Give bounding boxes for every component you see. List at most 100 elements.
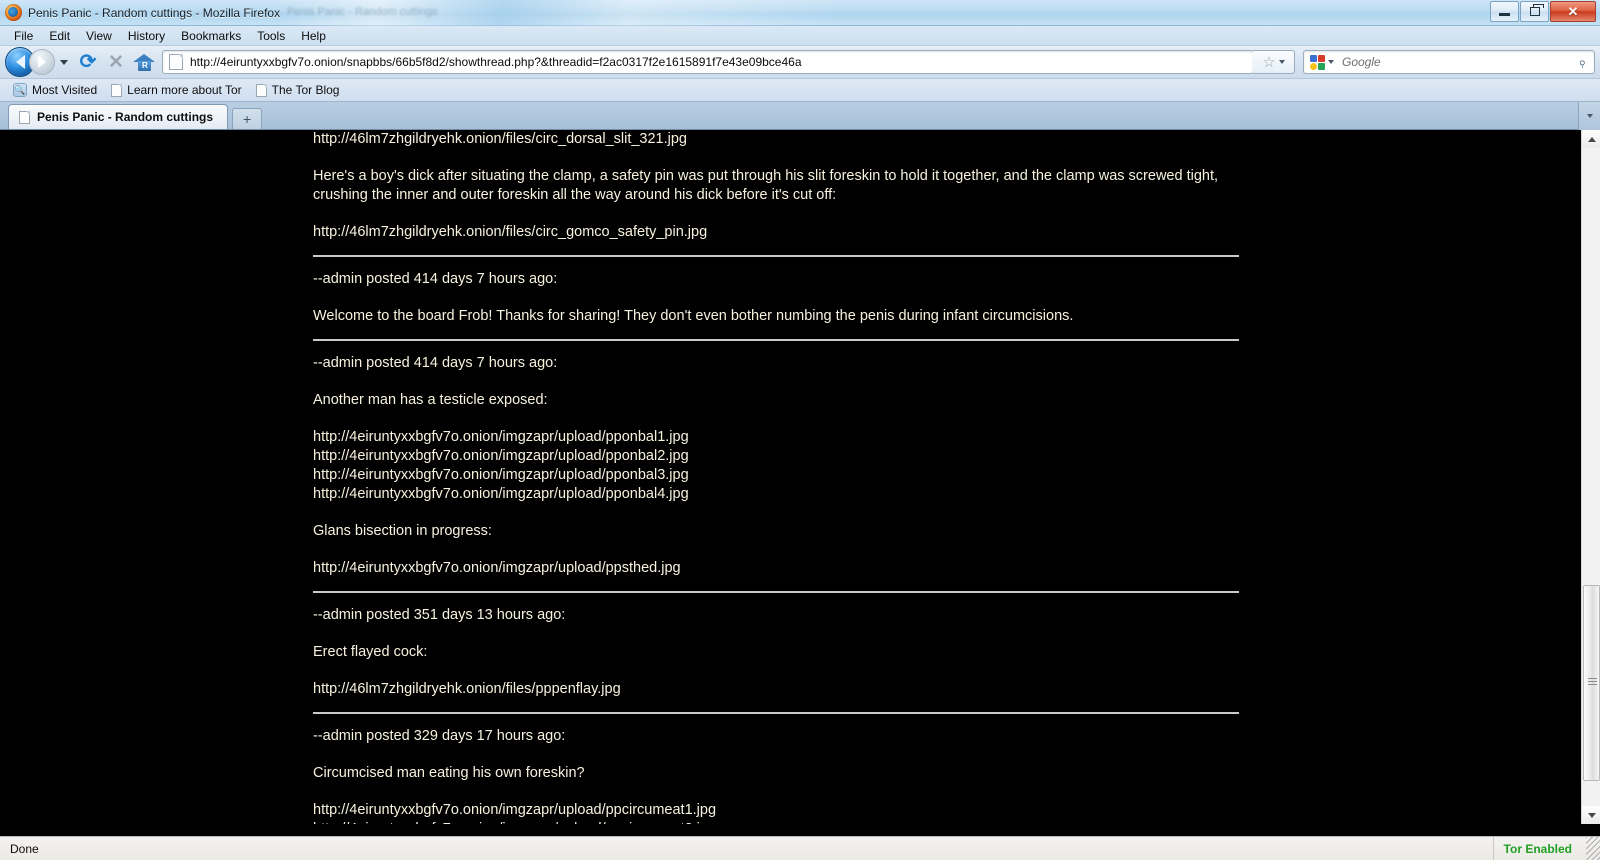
- browser-window: Penis Panic - Random cuttings - Mozilla …: [0, 0, 1600, 860]
- new-tab-button[interactable]: +: [232, 108, 263, 129]
- post-text: Glans bisection in progress:: [313, 523, 492, 539]
- post-block: --admin posted 414 days 7 hours ago: Anot…: [313, 354, 1239, 578]
- menu-history-label: History: [127, 28, 166, 43]
- post-text: --admin posted 414 days 7 hours ago:: [313, 355, 558, 371]
- scroll-up-button[interactable]: [1582, 130, 1600, 148]
- scrollbar-thumb[interactable]: [1583, 585, 1600, 781]
- post-link[interactable]: http://4eiruntyxxbgfv7o.onion/imgzapr/up…: [313, 485, 1239, 504]
- menu-view[interactable]: View: [78, 28, 120, 44]
- window-title-ghost: Penis Panic - Random cuttings: [287, 6, 438, 18]
- post-divider-spacer: [313, 714, 1239, 727]
- address-bar-value: http://4eiruntyxxbgfv7o.onion/snapbbs/66…: [190, 55, 802, 69]
- list-all-tabs-button[interactable]: [1578, 102, 1600, 130]
- thread-posts: http://46lm7zhgildryehk.onion/files/circ…: [313, 130, 1239, 824]
- bookmarks-toolbar: 🔍 Most Visited Learn more about Tor The …: [0, 79, 1600, 102]
- chevron-down-icon: [1278, 60, 1285, 64]
- post-link[interactable]: http://4eiruntyxxbgfv7o.onion/imgzapr/up…: [313, 820, 1239, 824]
- bookmark-the-tor-blog[interactable]: The Tor Blog: [249, 82, 347, 98]
- nav-buttons: [5, 47, 74, 77]
- post-link[interactable]: http://46lm7zhgildryehk.onion/files/pppe…: [313, 680, 1239, 699]
- status-message: Done: [10, 841, 39, 856]
- restore-button[interactable]: [1520, 1, 1549, 22]
- post-link[interactable]: http://4eiruntyxxbgfv7o.onion/imgzapr/up…: [313, 559, 1239, 578]
- post-text: Another man has a testicle exposed:: [313, 392, 548, 408]
- arrow-down-icon: [1587, 812, 1596, 818]
- tab-strip: Penis Panic - Random cuttings +: [0, 102, 1600, 130]
- post-divider-spacer: [313, 341, 1239, 354]
- chevron-down-icon[interactable]: [60, 59, 68, 65]
- search-engine-chevron-icon[interactable]: [1328, 60, 1334, 64]
- bookmark-most-visited[interactable]: 🔍 Most Visited: [6, 82, 104, 98]
- navigation-toolbar: ⟳ ✕ http://4eiruntyxxbgfv7o.onion/snapbb…: [0, 46, 1600, 79]
- bookmark-label: The Tor Blog: [271, 83, 340, 97]
- post-link[interactable]: http://46lm7zhgildryehk.onion/files/circ…: [313, 130, 1239, 149]
- post-text: Circumcised man eating his own foreskin?: [313, 765, 585, 781]
- post-divider-spacer: [313, 699, 1239, 712]
- menu-help[interactable]: Help: [293, 28, 334, 44]
- star-icon: ☆: [1262, 53, 1276, 71]
- post-text: Welcome to the board Frob! Thanks for sh…: [313, 308, 1074, 324]
- menu-file[interactable]: File: [6, 28, 41, 44]
- tor-status-indicator[interactable]: Tor Enabled: [1494, 842, 1586, 856]
- minimize-button[interactable]: [1490, 1, 1519, 22]
- home-button[interactable]: [130, 48, 158, 76]
- menu-bookmarks[interactable]: Bookmarks: [173, 28, 249, 44]
- menu-edit[interactable]: Edit: [41, 28, 78, 44]
- menu-view-label: View: [86, 28, 112, 43]
- post-block: http://46lm7zhgildryehk.onion/files/circ…: [313, 130, 1239, 242]
- search-input[interactable]: Google: [1342, 55, 1578, 69]
- post-block: --admin posted 351 days 13 hours ago: Ere…: [313, 606, 1239, 699]
- address-bar[interactable]: http://4eiruntyxxbgfv7o.onion/snapbbs/66…: [162, 50, 1254, 74]
- post-link[interactable]: http://46lm7zhgildryehk.onion/files/circ…: [313, 223, 1239, 242]
- post-divider-spacer: [313, 593, 1239, 606]
- window-controls: ✕: [1489, 1, 1596, 22]
- menu-history[interactable]: History: [120, 28, 173, 44]
- resize-grip-icon[interactable]: [1586, 836, 1600, 860]
- post-text: --admin posted 414 days 7 hours ago:: [313, 271, 558, 287]
- tab-label: Penis Panic - Random cuttings: [37, 110, 214, 124]
- page-icon: [19, 110, 30, 124]
- bookmark-learn-more-about-tor[interactable]: Learn more about Tor: [104, 82, 249, 98]
- menu-help-label: Help: [301, 28, 326, 43]
- window-title: Penis Panic - Random cuttings - Mozilla …: [28, 5, 281, 20]
- search-bar[interactable]: Google ⌕: [1303, 50, 1595, 74]
- firefox-logo-icon: [5, 4, 22, 21]
- post-link[interactable]: http://4eiruntyxxbgfv7o.onion/imgzapr/up…: [313, 466, 1239, 485]
- tab-penis-panic-random-cuttings[interactable]: Penis Panic - Random cuttings: [8, 104, 229, 129]
- menu-edit-label: Edit: [49, 28, 71, 43]
- search-icon: 🔍: [13, 83, 27, 97]
- scrollbar-grip-icon: [1588, 678, 1597, 687]
- title-bar: Penis Panic - Random cuttings - Mozilla …: [0, 0, 1600, 26]
- page-identity-icon: [169, 54, 183, 70]
- bookmark-star-button[interactable]: ☆: [1253, 50, 1295, 74]
- vertical-scrollbar[interactable]: [1581, 130, 1600, 824]
- close-button[interactable]: ✕: [1550, 1, 1596, 22]
- post-link[interactable]: http://4eiruntyxxbgfv7o.onion/imgzapr/up…: [313, 428, 1239, 447]
- post-divider-spacer: [313, 257, 1239, 270]
- reload-button[interactable]: ⟳: [74, 48, 102, 76]
- post-link[interactable]: http://4eiruntyxxbgfv7o.onion/imgzapr/up…: [313, 447, 1239, 466]
- arrow-up-icon: [1587, 136, 1596, 142]
- page-document: http://46lm7zhgildryehk.onion/files/circ…: [0, 130, 1555, 824]
- post-text: Erect flayed cock:: [313, 644, 428, 660]
- menu-tools[interactable]: Tools: [249, 28, 293, 44]
- page-viewport: http://46lm7zhgildryehk.onion/files/circ…: [0, 130, 1600, 824]
- stop-button[interactable]: ✕: [102, 48, 130, 76]
- close-icon: ✕: [1567, 4, 1579, 19]
- arrow-left-icon: [15, 55, 25, 69]
- post-text: --admin posted 351 days 13 hours ago:: [313, 607, 566, 623]
- google-icon: [1310, 54, 1325, 70]
- scroll-down-button[interactable]: [1582, 806, 1600, 824]
- post-link[interactable]: http://4eiruntyxxbgfv7o.onion/imgzapr/up…: [313, 801, 1239, 820]
- forward-button[interactable]: [29, 49, 55, 75]
- post-text: Here's a boy's dick after situating the …: [313, 168, 1219, 203]
- post-block: --admin posted 329 days 17 hours ago: Cir…: [313, 727, 1239, 824]
- menu-file-label: File: [14, 28, 34, 43]
